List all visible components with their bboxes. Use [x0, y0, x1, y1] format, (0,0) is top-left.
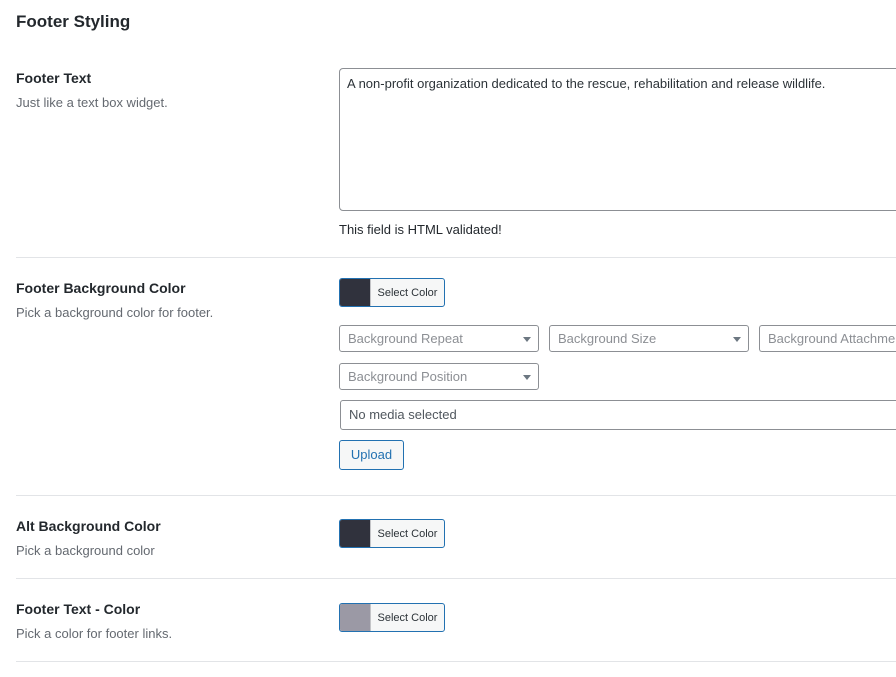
- footer-text-label: Footer Text: [16, 70, 92, 86]
- divider: [16, 661, 896, 662]
- media-url-field[interactable]: No media selected: [340, 400, 896, 430]
- background-position-select[interactable]: Background Position: [339, 363, 539, 390]
- background-repeat-select[interactable]: Background Repeat: [339, 325, 539, 352]
- background-attachment-placeholder: Background Attachment: [768, 331, 896, 346]
- upload-button[interactable]: Upload: [339, 440, 404, 470]
- html-validated-note: This field is HTML validated!: [339, 222, 502, 237]
- alt-bg-color-description: Pick a background color: [16, 543, 155, 558]
- select-color-label: Select Color: [377, 527, 438, 540]
- footer-bg-color-picker-button[interactable]: Select Color: [339, 278, 445, 307]
- color-swatch: [340, 604, 371, 631]
- chevron-down-icon: [523, 337, 531, 342]
- select-color-label: Select Color: [377, 286, 438, 299]
- select-color-label: Select Color: [377, 611, 438, 624]
- color-swatch: [340, 279, 371, 306]
- footer-bg-color-description: Pick a background color for footer.: [16, 305, 214, 320]
- footer-text-color-description: Pick a color for footer links.: [16, 626, 173, 641]
- section-title: Footer Styling: [16, 12, 131, 31]
- alt-bg-color-picker-button[interactable]: Select Color: [339, 519, 445, 548]
- footer-text-description: Just like a text box widget.: [16, 95, 168, 110]
- footer-text-color-picker-button[interactable]: Select Color: [339, 603, 445, 632]
- divider: [16, 495, 896, 496]
- chevron-down-icon: [523, 375, 531, 380]
- divider: [16, 578, 896, 579]
- color-swatch: [340, 520, 371, 547]
- background-size-select[interactable]: Background Size: [549, 325, 749, 352]
- background-repeat-placeholder: Background Repeat: [348, 331, 463, 346]
- divider: [16, 257, 896, 258]
- background-attachment-select[interactable]: Background Attachment: [759, 325, 896, 352]
- footer-text-textarea[interactable]: A non-profit organization dedicated to t…: [339, 68, 896, 211]
- footer-text-color-label: Footer Text - Color: [16, 601, 141, 617]
- background-position-placeholder: Background Position: [348, 369, 468, 384]
- background-size-placeholder: Background Size: [558, 331, 657, 346]
- footer-bg-color-label: Footer Background Color: [16, 280, 186, 296]
- footer-styling-page: Footer Styling Footer Text Just like a t…: [0, 0, 896, 677]
- chevron-down-icon: [733, 337, 741, 342]
- alt-bg-color-label: Alt Background Color: [16, 518, 161, 534]
